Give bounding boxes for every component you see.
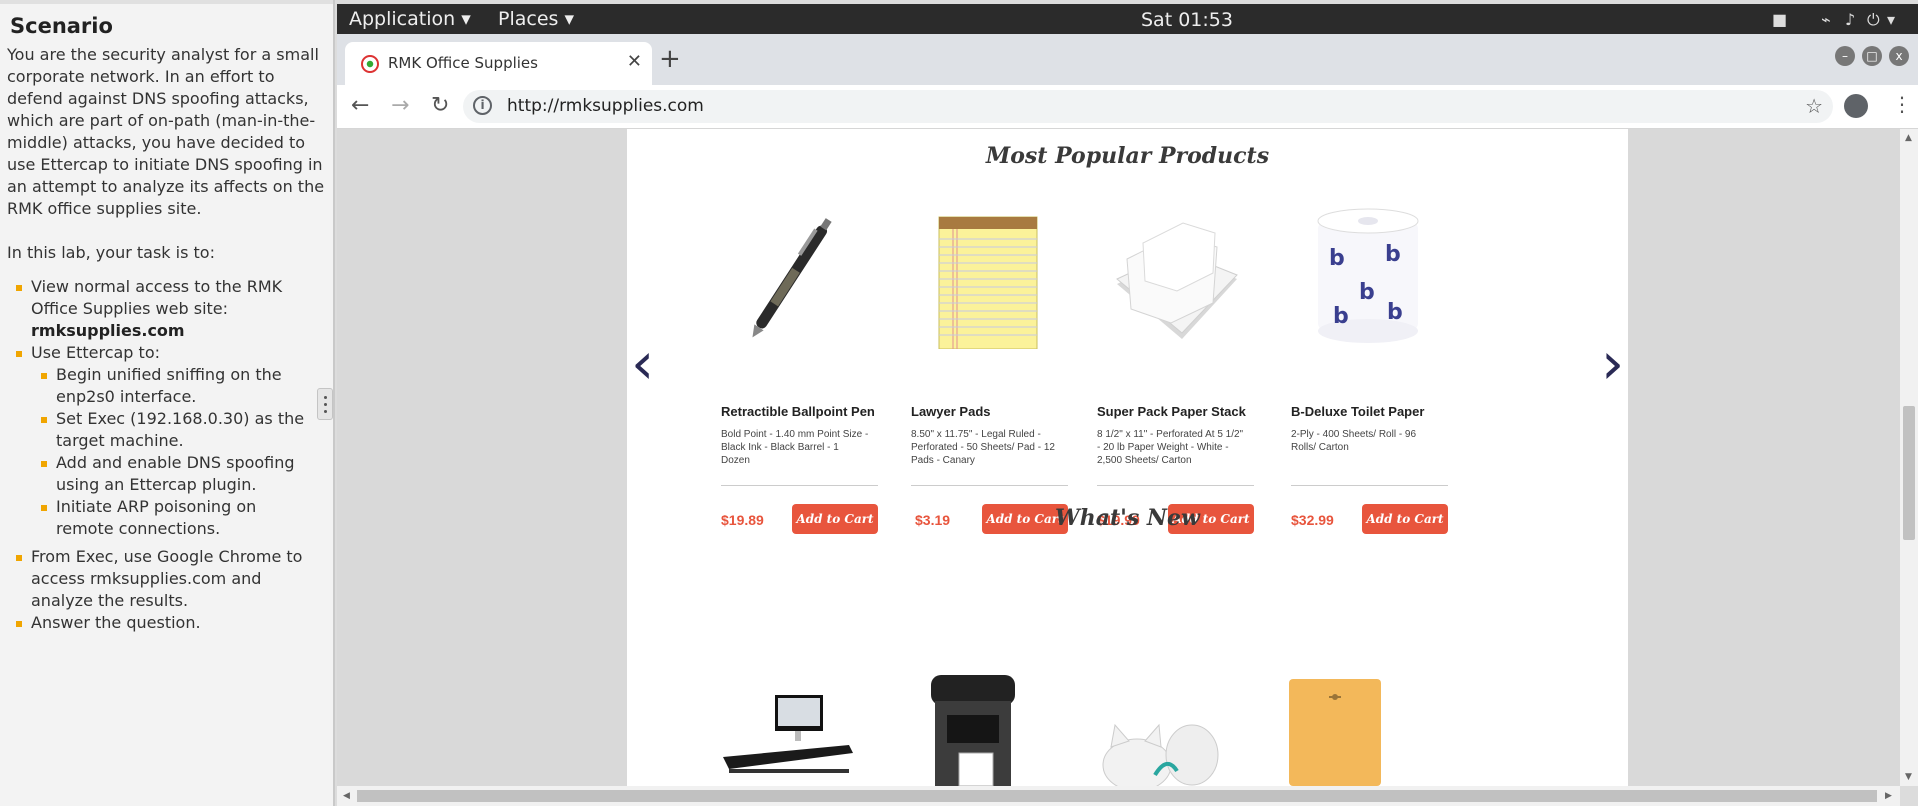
paper-stack-image[interactable] — [1097, 199, 1257, 349]
product-card: Super Pack Paper Stack 8 1/2" x 11" - Per… — [1097, 199, 1257, 534]
video-icon[interactable]: ■ — [1772, 10, 1787, 29]
product-description: 8.50" x 11.75" - Legal Ruled - Perforate… — [911, 429, 1055, 466]
product-name[interactable]: Retractible Ballpoint Pen — [721, 404, 875, 419]
product-description: 2-Ply - 400 Sheets/ Roll - 96 Rolls/ Car… — [1291, 429, 1417, 453]
envelope-image[interactable] — [1285, 679, 1385, 786]
svg-text:b: b — [1333, 304, 1349, 329]
bookmark-star-icon[interactable]: ☆ — [1805, 94, 1823, 118]
standing-desk-image[interactable] — [723, 695, 853, 786]
reload-button[interactable]: ↻ — [431, 93, 449, 118]
address-bar[interactable]: i http://rmksupplies.com ☆ — [463, 90, 1833, 123]
product-name[interactable]: Lawyer Pads — [911, 404, 991, 419]
chrome-menu-icon[interactable]: ⋮ — [1892, 92, 1912, 116]
network-icon[interactable]: ⌁ — [1821, 10, 1831, 29]
url-text[interactable]: http://rmksupplies.com — [507, 96, 704, 116]
coffee-maker-image[interactable] — [913, 675, 1033, 786]
product-card: bb bbb B-Deluxe Toilet Paper 2-Ply - 400 … — [1291, 199, 1451, 534]
toilet-paper-image[interactable]: bb bbb — [1291, 199, 1451, 349]
browser-toolbar: ← → ↻ i http://rmksupplies.com ☆ ⋮ — [337, 85, 1918, 129]
vertical-scroll-thumb[interactable] — [1903, 406, 1915, 540]
browser-tab[interactable]: RMK Office Supplies ✕ — [345, 42, 652, 85]
task-text: Use Ettercap to: — [31, 343, 160, 362]
carousel-prev-arrow[interactable]: ‹ — [631, 334, 654, 392]
product-card: Lawyer Pads 8.50" x 11.75" - Legal Ruled … — [911, 199, 1071, 534]
svg-text:b: b — [1387, 300, 1403, 325]
scroll-up-icon[interactable]: ▲ — [1905, 133, 1912, 143]
volume-icon[interactable]: ♪ — [1845, 10, 1855, 29]
product-divider — [911, 485, 1068, 486]
task-text: View normal access to the RMK Office Sup… — [31, 277, 283, 318]
maximize-button[interactable]: □ — [1862, 46, 1882, 66]
places-menu[interactable]: Places ▾ — [498, 8, 574, 30]
tab-close-icon[interactable]: ✕ — [627, 51, 642, 72]
minimize-button[interactable]: – — [1835, 46, 1855, 66]
carousel-next-arrow[interactable]: › — [1601, 334, 1624, 392]
product-name[interactable]: B-Deluxe Toilet Paper — [1291, 404, 1424, 419]
product-card: Retractible Ballpoint Pen Bold Point - 1.… — [721, 199, 881, 534]
subtask-item: Initiate ARP poisoning on remote connect… — [31, 496, 325, 540]
scenario-intro: You are the security analyst for a small… — [7, 45, 325, 218]
page-content: Most Popular Products ‹ › Retractible Ba… — [627, 129, 1628, 786]
application-menu[interactable]: Application ▾ — [349, 8, 471, 30]
system-top-bar: Application ▾ Places ▾ Sat 01:53 ■ ⌁ ♪ ⏻… — [337, 4, 1918, 34]
site-favicon-icon — [361, 55, 379, 73]
panel-resize-handle[interactable] — [317, 388, 333, 420]
site-name: rmksupplies.com — [31, 321, 185, 340]
new-tab-button[interactable]: + — [659, 44, 681, 74]
product-divider — [1097, 485, 1254, 486]
cat-tape-dispenser-image[interactable] — [1097, 695, 1227, 786]
chevron-down-icon[interactable]: ▾ — [1887, 10, 1895, 29]
subtask-item: Set Exec (192.168.0.30) as the target ma… — [31, 408, 325, 452]
most-popular-heading: Most Popular Products — [985, 143, 1270, 169]
tab-title: RMK Office Supplies — [388, 54, 538, 72]
svg-text:b: b — [1385, 242, 1401, 267]
task-item: Use Ettercap to: Begin unified sniffing … — [0, 342, 333, 540]
product-name[interactable]: Super Pack Paper Stack — [1097, 404, 1246, 419]
page-viewport: Most Popular Products ‹ › Retractible Ba… — [337, 129, 1900, 786]
pen-image[interactable] — [721, 199, 881, 349]
site-info-icon[interactable]: i — [473, 96, 492, 115]
scroll-left-icon[interactable]: ◀ — [343, 791, 350, 801]
browser-tab-strip: RMK Office Supplies ✕ + – □ x — [337, 34, 1918, 85]
product-divider — [1291, 485, 1448, 486]
horizontal-scrollbar[interactable]: ◀ ▶ — [337, 786, 1900, 806]
subtask-item: Begin unified sniffing on the enp2s0 int… — [31, 364, 325, 408]
svg-text:b: b — [1329, 246, 1345, 271]
subtask-item: Add and enable DNS spoofing using an Ett… — [31, 452, 325, 496]
scroll-right-icon[interactable]: ▶ — [1885, 791, 1892, 801]
forward-button[interactable]: → — [391, 93, 409, 118]
svg-text:b: b — [1359, 280, 1375, 305]
back-button[interactable]: ← — [351, 93, 369, 118]
scroll-down-icon[interactable]: ▼ — [1905, 772, 1912, 782]
horizontal-scroll-thumb[interactable] — [357, 790, 1877, 802]
product-description: Bold Point - 1.40 mm Point Size - Black … — [721, 429, 869, 466]
product-description: 8 1/2" x 11" - Perforated At 5 1/2" - 20… — [1097, 429, 1244, 466]
clock[interactable]: Sat 01:53 — [1141, 9, 1233, 31]
profile-avatar-icon[interactable] — [1844, 94, 1868, 118]
task-item: View normal access to the RMK Office Sup… — [0, 276, 333, 342]
close-window-button[interactable]: x — [1889, 46, 1909, 66]
product-divider — [721, 485, 878, 486]
task-item: Answer the question. — [0, 612, 333, 634]
legal-pad-image[interactable] — [911, 199, 1071, 350]
power-icon[interactable]: ⏻ — [1867, 10, 1880, 30]
task-list: View normal access to the RMK Office Sup… — [0, 276, 333, 634]
task-item: From Exec, use Google Chrome to access r… — [0, 546, 333, 612]
task-intro: In this lab, your task is to: — [7, 243, 215, 262]
whats-new-heading: What's New — [1055, 505, 1200, 531]
scenario-panel: Scenario You are the security analyst fo… — [0, 0, 335, 806]
scenario-heading: Scenario — [10, 14, 113, 38]
vertical-scrollbar[interactable]: ▲ ▼ — [1900, 129, 1918, 786]
